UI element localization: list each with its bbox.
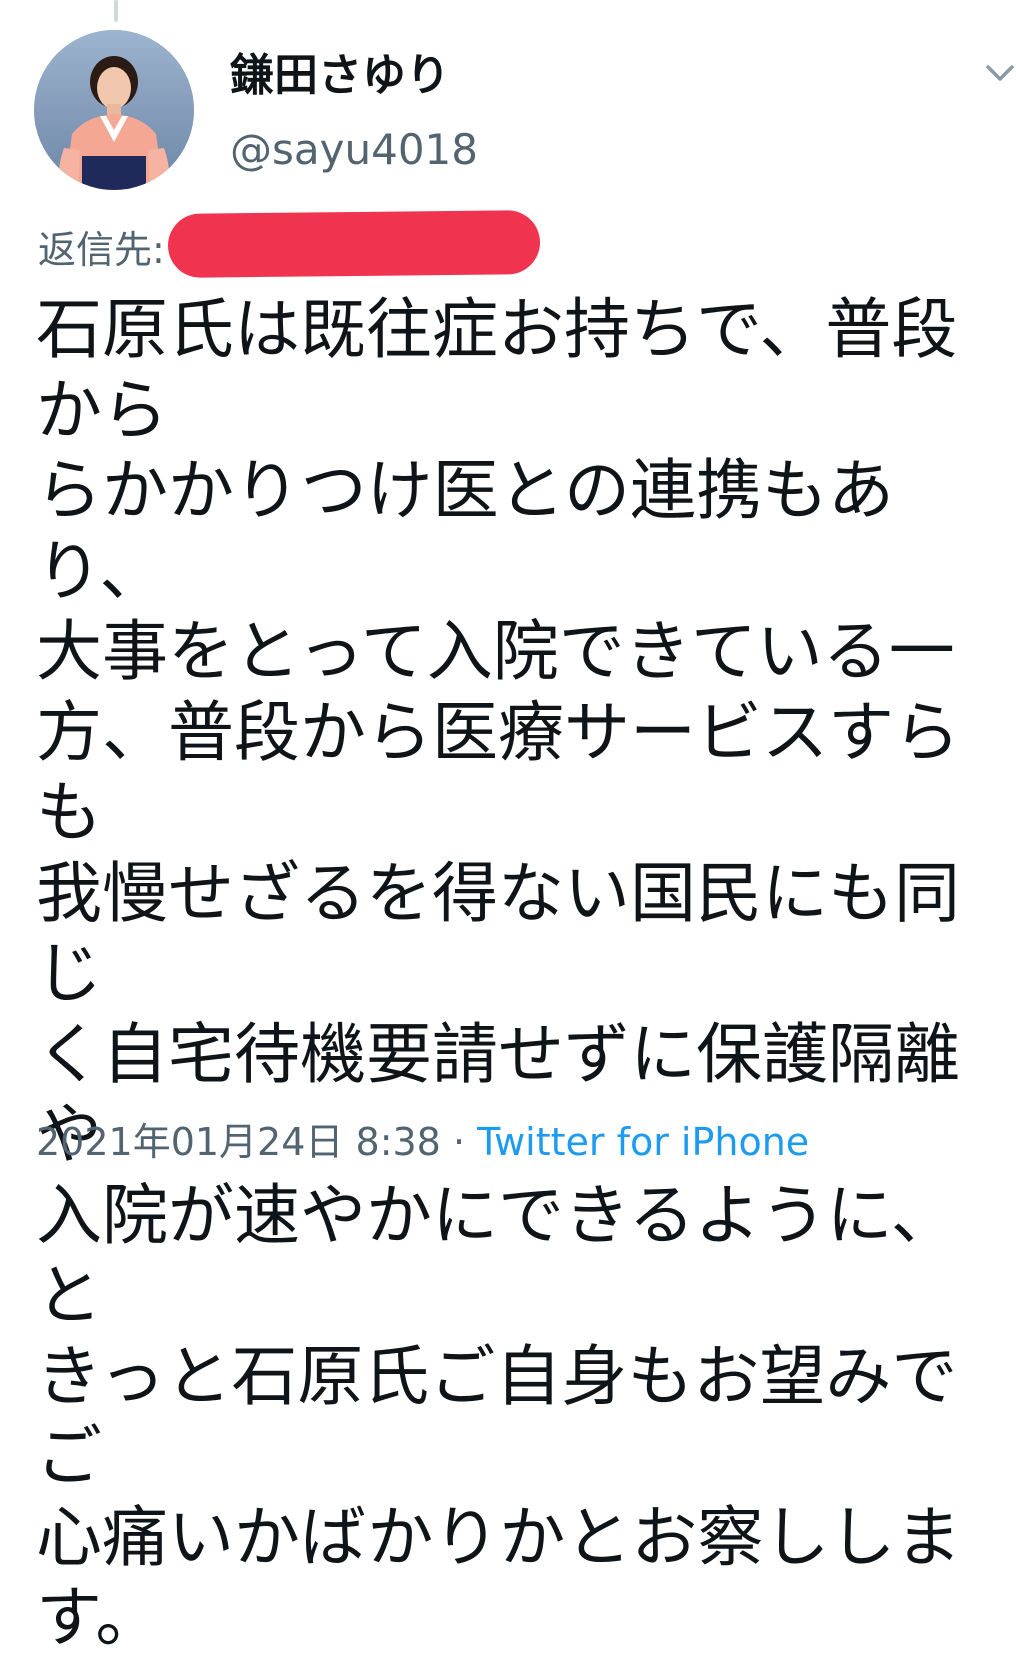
redaction-mark	[167, 210, 541, 278]
author-display-name[interactable]: 鎌田さゆり	[230, 48, 450, 104]
profile-photo-icon	[34, 30, 194, 190]
tweet-source-link[interactable]: Twitter for iPhone	[477, 1120, 809, 1164]
tweet-text: 石原氏は既往症お持ちで、普段から らかかりつけ医との連携もあり、 大事をとって入…	[36, 291, 962, 1656]
reply-prefix-label: 返信先:	[38, 228, 165, 272]
metadata-separator: ·	[452, 1120, 466, 1164]
avatar[interactable]	[34, 30, 194, 190]
reply-to-line: 返信先:	[38, 222, 165, 280]
tweet-date[interactable]: 2021年01月24日	[36, 1120, 343, 1164]
author-handle[interactable]: @sayu4018	[230, 124, 478, 176]
thread-connector-line	[114, 0, 118, 22]
tweet-metadata: 2021年01月24日 8:38 · Twitter for iPhone	[36, 1114, 809, 1170]
chevron-down-icon[interactable]	[980, 58, 1016, 88]
tweet-time[interactable]: 8:38	[356, 1120, 441, 1164]
